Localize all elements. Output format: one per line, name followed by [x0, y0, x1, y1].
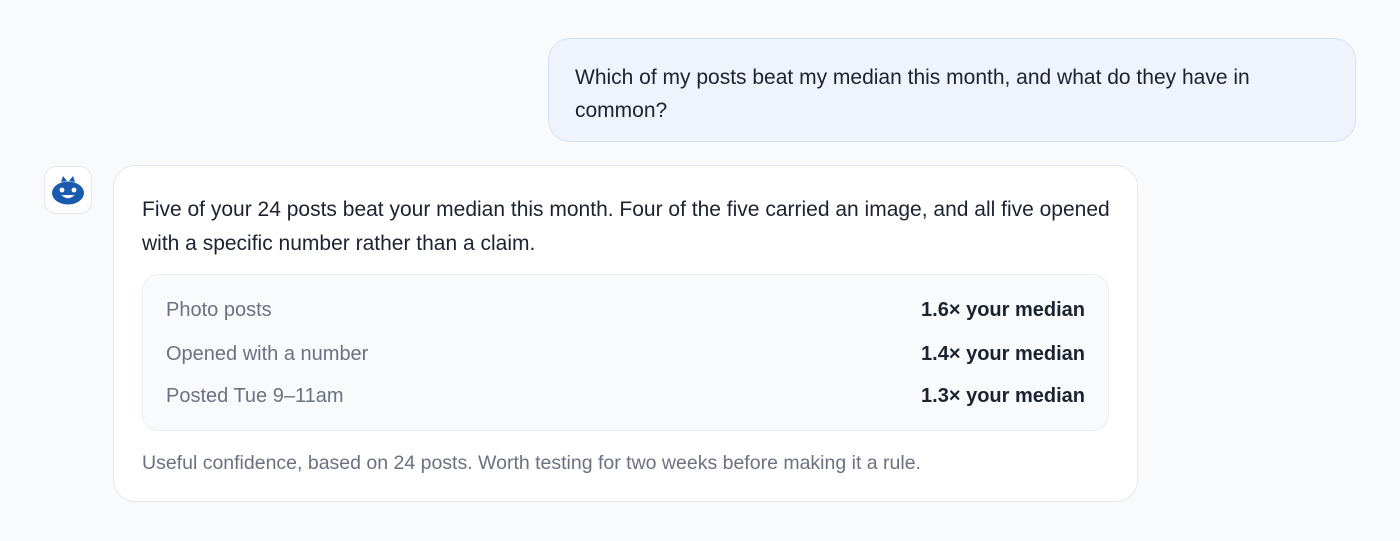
stat-value: 1.6× your median	[921, 298, 1085, 321]
assistant-message-card: Five of your 24 posts beat your median t…	[113, 165, 1138, 502]
stat-label: Opened with a number	[166, 342, 369, 365]
user-message-bubble: Which of my posts beat my median this mo…	[548, 38, 1356, 142]
stat-row-photo-posts: Photo posts 1.6× your median	[166, 295, 1085, 325]
stats-panel: Photo posts 1.6× your median Opened with…	[142, 274, 1109, 431]
stat-row-posted-tuesday: Posted Tue 9–11am 1.3× your median	[166, 381, 1085, 411]
assistant-avatar	[44, 166, 92, 214]
stat-row-opened-with-number: Opened with a number 1.4× your median	[166, 339, 1085, 369]
confidence-footnote: Useful confidence, based on 24 posts. Wo…	[142, 452, 921, 474]
bot-face-icon	[52, 176, 84, 205]
stat-label: Posted Tue 9–11am	[166, 384, 344, 407]
stat-value: 1.4× your median	[921, 342, 1085, 365]
user-message-text: Which of my posts beat my median this mo…	[575, 66, 1250, 122]
stat-value: 1.3× your median	[921, 384, 1085, 407]
stat-label: Photo posts	[166, 298, 272, 321]
assistant-answer-text: Five of your 24 posts beat your median t…	[142, 198, 1110, 255]
